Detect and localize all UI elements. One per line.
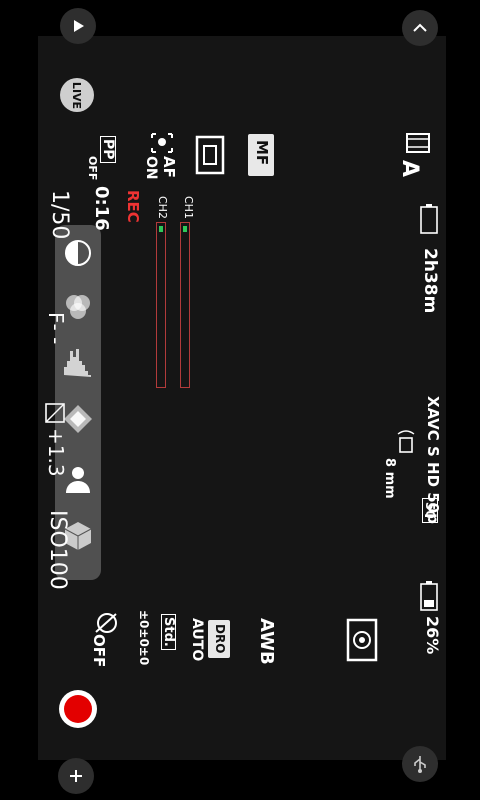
focus-area-icon[interactable] bbox=[194, 134, 226, 176]
pp-label: PP bbox=[100, 136, 116, 163]
ch2-label: CH2 bbox=[156, 196, 169, 219]
live-label: LIVE bbox=[70, 81, 84, 109]
live-view-button[interactable]: LIVE bbox=[60, 78, 94, 112]
recording-time: 0:16 bbox=[91, 186, 112, 231]
af-label: AF bbox=[160, 156, 178, 178]
ch1-label: CH1 bbox=[182, 196, 195, 219]
battery-percent: 26% bbox=[423, 616, 442, 655]
face-detect-icon bbox=[151, 133, 173, 153]
record-icon bbox=[64, 695, 92, 723]
focus-mode: MF bbox=[253, 140, 271, 166]
battery-time: 2h38m bbox=[420, 248, 440, 314]
usb-button[interactable] bbox=[402, 746, 438, 782]
steady-shot-icon bbox=[397, 430, 415, 453]
metering-icon[interactable] bbox=[346, 618, 378, 662]
audio-meter-ch1 bbox=[180, 222, 190, 388]
picture-effect-value: OFF bbox=[90, 634, 108, 668]
tool-panel bbox=[55, 225, 101, 580]
dro-value: AUTO bbox=[189, 618, 205, 662]
usb-icon bbox=[414, 756, 426, 773]
creative-style[interactable]: Std. bbox=[161, 614, 176, 650]
battery-icon bbox=[420, 204, 438, 234]
af-value: ON bbox=[143, 156, 159, 180]
plus-icon bbox=[70, 770, 82, 782]
creative-style-values: ±0±0±0 bbox=[137, 610, 151, 666]
format-badge: 50 bbox=[422, 498, 438, 523]
chevron-up-icon bbox=[413, 23, 427, 32]
play-icon bbox=[74, 20, 84, 32]
play-button[interactable] bbox=[60, 8, 96, 44]
white-balance[interactable]: AWB bbox=[256, 618, 277, 665]
picture-effect-icon[interactable] bbox=[92, 610, 122, 636]
pp-value: OFF bbox=[86, 156, 99, 181]
rec-label: REC bbox=[124, 190, 142, 223]
focus-mode-chip[interactable]: MF bbox=[248, 134, 274, 176]
movie-mode: A bbox=[397, 160, 422, 178]
cube-icon[interactable] bbox=[62, 520, 94, 552]
color-circles-icon[interactable] bbox=[62, 291, 94, 323]
contrast-icon[interactable] bbox=[62, 237, 94, 269]
portrait-icon[interactable] bbox=[62, 463, 94, 495]
histogram-icon[interactable] bbox=[62, 345, 94, 377]
steady-shot-value: 8 mm bbox=[382, 458, 397, 499]
dro-chip: DRO bbox=[208, 620, 230, 658]
dro-label: DRO bbox=[213, 624, 227, 654]
record-button[interactable] bbox=[59, 690, 97, 728]
movie-icon bbox=[406, 133, 430, 153]
add-button[interactable] bbox=[58, 758, 94, 794]
gradation-icon[interactable] bbox=[62, 403, 94, 435]
collapse-button[interactable] bbox=[402, 10, 438, 46]
audio-meter-ch2 bbox=[156, 222, 166, 388]
battery-level-icon bbox=[420, 581, 438, 611]
